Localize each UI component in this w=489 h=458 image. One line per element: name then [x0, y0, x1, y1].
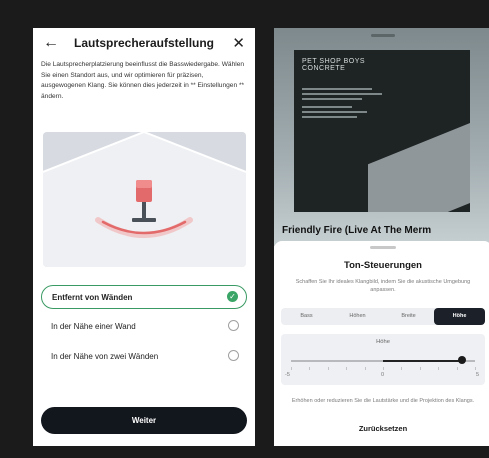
slider-tick: [365, 367, 366, 370]
album-title-line: PET SHOP BOYS: [302, 58, 366, 65]
album-title-line: CONCRETE: [302, 65, 346, 72]
album-cover: PET SHOP BOYS CONCRETE: [294, 50, 470, 212]
sound-tabs: Bass Höhen Breite Höhe: [281, 308, 485, 325]
speaker-placement-screen: ← Lautsprecheraufstellung ✕ Die Lautspre…: [33, 28, 255, 446]
page-title: Lautsprecheraufstellung: [73, 36, 215, 50]
drag-handle[interactable]: [371, 34, 395, 37]
option-label: Entfernt von Wänden: [52, 293, 133, 302]
album-title: PET SHOP BOYS CONCRETE: [302, 58, 365, 72]
option-label: In der Nähe von zwei Wänden: [51, 352, 159, 361]
tab-bass[interactable]: Bass: [281, 308, 332, 325]
radio-icon: [228, 320, 239, 331]
slider-title: Höhe: [376, 339, 390, 345]
sheet-footer-text: Erhöhen oder reduzieren Sie die Lautstär…: [291, 398, 475, 404]
slider-fill: [383, 359, 461, 362]
option-label: In der Nähe einer Wand: [51, 322, 136, 331]
description-text: Die Lautsprecherplatzierung beeinflusst …: [41, 61, 245, 100]
close-icon[interactable]: ✕: [232, 34, 245, 52]
slider-tick: [383, 367, 384, 370]
slider-tick: [401, 367, 402, 370]
header: ← Lautsprecheraufstellung ✕: [33, 28, 255, 58]
next-button[interactable]: Weiter: [41, 407, 247, 434]
slider-tick: [420, 367, 421, 370]
slider-max-label: 5: [476, 372, 480, 378]
slider-tick: [328, 367, 329, 370]
option-away-from-walls[interactable]: Entfernt von Wänden ✓: [41, 285, 247, 309]
song-title: Friendly Fire (Live At The Merm: [282, 225, 432, 236]
reset-button[interactable]: Zurücksetzen: [274, 424, 489, 433]
slider-tick: [438, 367, 439, 370]
sheet-title: Ton-Steuerungen: [344, 260, 422, 271]
option-near-one-wall[interactable]: In der Nähe einer Wand: [41, 315, 247, 339]
cover-text-line: [302, 88, 372, 90]
room-illustration: [43, 132, 246, 267]
cover-text-line: [302, 116, 357, 118]
sheet-description: Schaffen Sie Ihr ideales Klangbild, inde…: [295, 279, 471, 293]
cover-building-graphic: [368, 119, 470, 212]
slider-min-label: -5: [285, 372, 290, 378]
cover-text-line: [302, 93, 382, 95]
slider-tick: [309, 367, 310, 370]
tab-width[interactable]: Breite: [383, 308, 434, 325]
slider-mid-label: 0: [381, 372, 385, 378]
option-near-two-walls[interactable]: In der Nähe von zwei Wänden: [41, 345, 247, 369]
slider-tick: [475, 367, 476, 370]
sound-controls-sheet: Ton-Steuerungen Schaffen Sie Ihr ideales…: [274, 241, 489, 446]
slider-tick: [346, 367, 347, 370]
slider-knob[interactable]: [458, 356, 466, 364]
slider-tick: [457, 367, 458, 370]
slider-tick: [291, 367, 292, 370]
tab-height[interactable]: Höhe: [434, 308, 485, 325]
sound-controls-screen: PET SHOP BOYS CONCRETE Friendly Fire (Li…: [274, 28, 489, 446]
radio-icon: [228, 350, 239, 361]
height-slider-card: Höhe -5 0 5: [281, 334, 485, 385]
tab-treble[interactable]: Höhen: [332, 308, 383, 325]
cover-text-line: [302, 98, 362, 100]
cover-text-line: [302, 106, 352, 108]
cover-text-line: [302, 111, 367, 113]
check-icon: ✓: [227, 291, 238, 302]
sheet-drag-handle[interactable]: [370, 246, 396, 249]
